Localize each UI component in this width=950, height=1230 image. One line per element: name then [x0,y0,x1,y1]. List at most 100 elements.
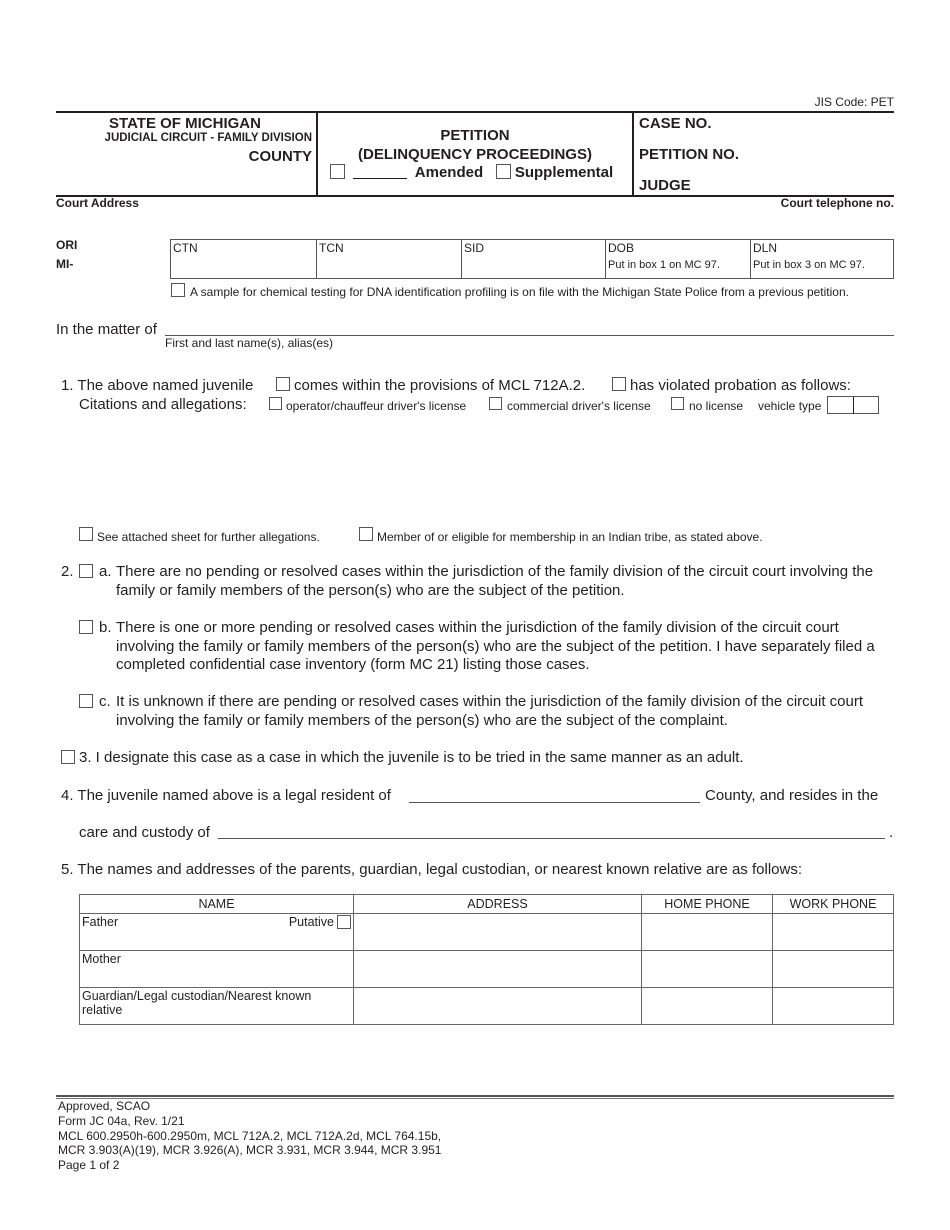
mother-home-phone-cell[interactable] [641,950,773,988]
supplemental-checkbox[interactable] [495,164,511,179]
putative-label: Putative [288,915,334,929]
mother-label: Mother [82,952,121,966]
no-pending-cases-text: There are no pending or resolved cases w… [116,563,874,599]
commercial-license-checkbox[interactable] [489,397,502,410]
custody-period: . [889,824,894,841]
putative-option: Putative [289,915,351,929]
jis-code: JIS Code: PET [814,95,894,109]
form-title: PETITION [440,127,510,144]
table-row: Mother [79,950,894,988]
probation-violation-label: has violated probation as follows: [630,377,851,394]
no-license-label: no license [689,399,744,413]
supplemental-label: Supplemental [514,164,614,181]
identifier-box: CTN TCN SID DOB Put in box 1 on MC 97. D… [170,239,894,279]
mcl-provisions-label: comes within the provisions of MCL 712A.… [294,377,586,394]
mi-label: MI- [56,257,74,271]
guardian-label: Guardian/Legal custodian/Nearest known r… [82,989,312,1017]
dln-label: DLN [753,241,778,255]
operator-license-checkbox[interactable] [269,397,282,410]
tried-as-adult-checkbox[interactable] [61,750,75,764]
mother-work-phone-cell[interactable] [772,950,894,988]
dln-field[interactable]: DLN Put in box 3 on MC 97. [751,240,893,278]
unknown-cases-checkbox[interactable] [79,694,93,708]
indian-tribe-checkbox[interactable] [359,527,373,541]
judge-label: JUDGE [639,177,691,194]
column-header-name: NAME [79,894,354,914]
amendment-number-field[interactable] [353,165,408,179]
circuit-label: JUDICIAL CIRCUIT - FAMILY DIVISION [104,132,312,144]
table-header-row: NAME ADDRESS HOME PHONE WORK PHONE [79,894,894,914]
ctn-field[interactable]: CTN [171,240,317,278]
dna-sample-checkbox[interactable] [171,283,185,297]
state-name: STATE OF MICHIGAN [109,115,261,132]
mother-address-cell[interactable] [353,950,642,988]
commercial-license-label: commercial driver's license [507,399,651,413]
table-row: Father Putative [79,913,894,951]
column-header-home-phone: HOME PHONE [641,894,773,914]
header-divider [632,112,634,196]
form-subtitle: (DELINQUENCY PROCEEDINGS) [358,146,592,163]
mcl-provisions-checkbox[interactable] [276,377,290,391]
item1-lead: 1. The above named juvenile [61,377,254,394]
operator-license-label: operator/chauffeur driver's license [286,399,467,413]
custody-label: care and custody of [79,824,210,841]
putative-checkbox[interactable] [337,915,351,929]
dob-note: Put in box 1 on MC 97. [608,259,720,271]
sid-field[interactable]: SID [462,240,606,278]
court-telephone-label: Court telephone no. [780,196,894,210]
amended-checkbox[interactable] [330,164,345,179]
residency-label: 4. The juvenile named above is a legal r… [61,787,391,804]
form-number: Form JC 04a, Rev. 1/21 [58,1113,185,1128]
mother-name-cell[interactable]: Mother [79,950,354,988]
item2-number: 2. [61,563,74,580]
sid-label: SID [464,241,485,255]
petition-number-label: PETITION NO. [639,146,740,163]
custody-field[interactable] [218,838,885,839]
citations-label: Citations and allegations: [79,396,247,413]
pending-cases-checkbox[interactable] [79,620,93,634]
contacts-table: NAME ADDRESS HOME PHONE WORK PHONE Fathe… [79,894,894,1025]
indian-tribe-label: Member of or eligible for membership in … [377,530,763,544]
guardian-address-cell[interactable] [353,987,642,1025]
column-header-address: ADDRESS [353,894,642,914]
header-top-rule [56,111,894,113]
statute-references: MCL 600.2950h-600.2950m, MCL 712A.2, MCL… [58,1128,442,1143]
father-home-phone-cell[interactable] [641,913,773,951]
ori-label: ORI [56,238,78,252]
no-license-checkbox[interactable] [671,397,684,410]
case-number-label: CASE NO. [639,115,712,132]
father-address-cell[interactable] [353,913,642,951]
item2a-letter: a. [99,563,112,580]
residency-county-suffix: County, and resides in the [705,787,879,804]
dob-field[interactable]: DOB Put in box 1 on MC 97. [606,240,751,278]
guardian-work-phone-cell[interactable] [772,987,894,1025]
footer: Approved, SCAO Form JC 04a, Rev. 1/21 MC… [58,1099,441,1173]
dna-sample-label: A sample for chemical testing for DNA id… [190,285,849,299]
pending-cases-text: There is one or more pending or resolved… [116,619,875,673]
matter-label: In the matter of [56,321,157,338]
county-label: COUNTY [248,148,312,165]
tcn-field[interactable]: TCN [317,240,462,278]
further-allegations-checkbox[interactable] [79,527,93,541]
page-number: Page 1 of 2 [58,1158,120,1173]
unknown-cases-text: It is unknown if there are pending or re… [116,693,864,729]
vehicle-type-label: vehicle type [758,399,822,413]
footer-rule [56,1095,894,1097]
guardian-name-cell[interactable]: Guardian/Legal custodian/Nearest known r… [79,987,354,1025]
father-name-cell[interactable]: Father Putative [79,913,354,951]
table-row: Guardian/Legal custodian/Nearest known r… [79,987,894,1025]
further-allegations-label: See attached sheet for further allegatio… [97,530,320,544]
court-rule-references: MCR 3.903(A)(19), MCR 3.926(A), MCR 3.93… [58,1143,442,1158]
juvenile-name-sublabel: First and last name(s), alias(es) [165,336,334,350]
court-address-label: Court Address [56,196,139,210]
tried-as-adult-label: 3. I designate this case as a case in wh… [79,749,744,766]
no-pending-cases-checkbox[interactable] [79,564,93,578]
amended-label: Amended [414,164,484,181]
contacts-intro: 5. The names and addresses of the parent… [61,861,802,878]
item2b-letter: b. [99,619,112,636]
amendment-options: Amended Supplemental [330,164,613,181]
father-work-phone-cell[interactable] [772,913,894,951]
guardian-home-phone-cell[interactable] [641,987,773,1025]
probation-violation-checkbox[interactable] [612,377,626,391]
resident-county-field[interactable] [409,802,700,803]
